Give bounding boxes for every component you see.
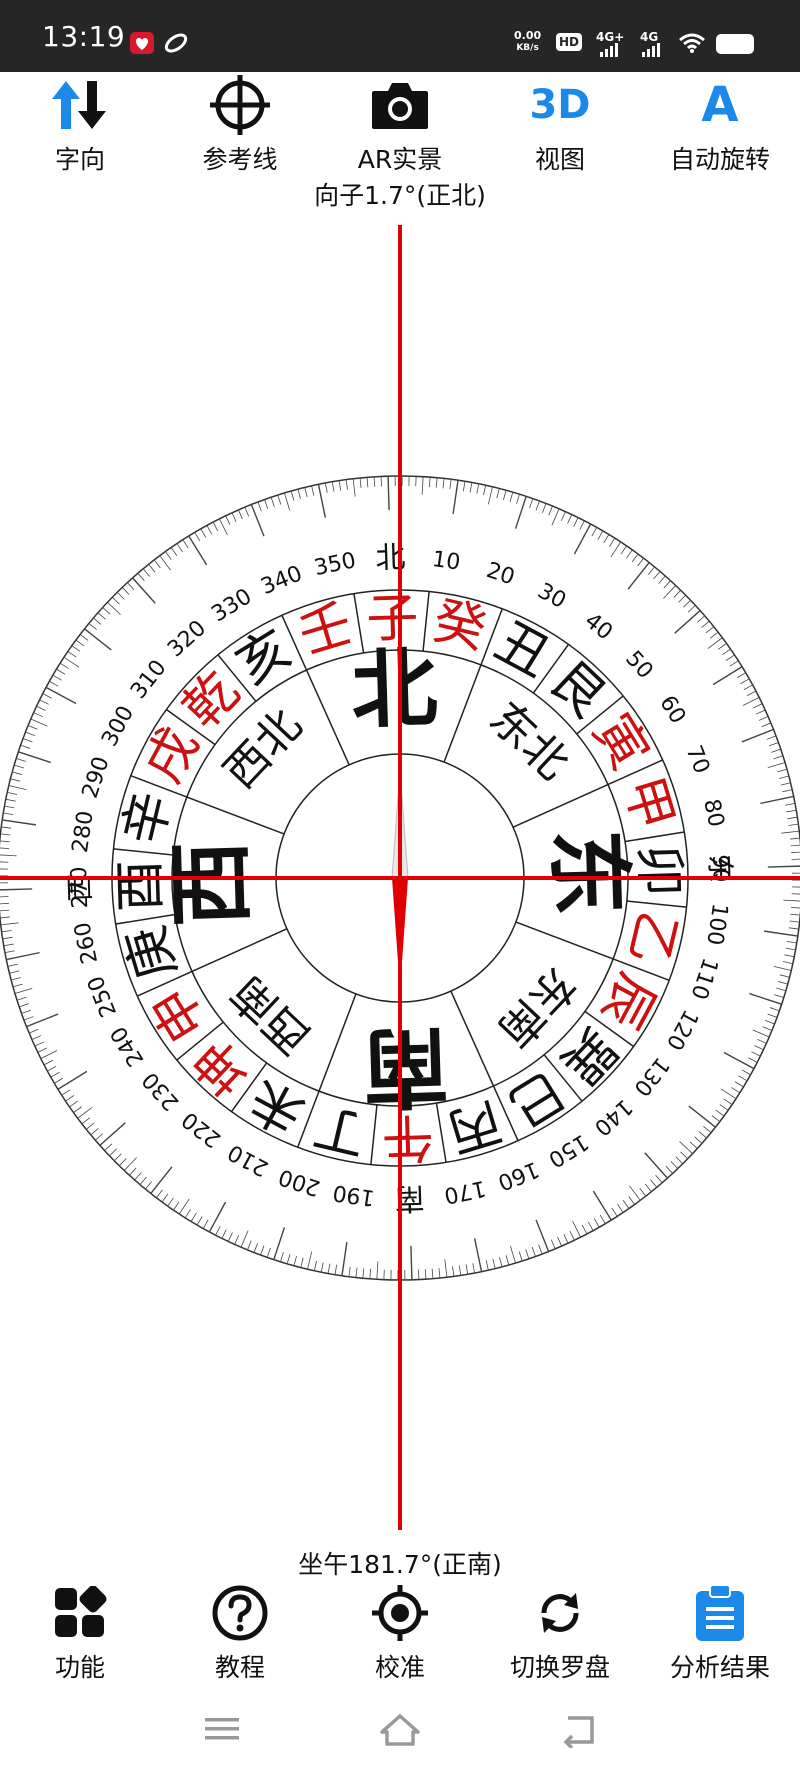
wifi-icon [678,32,706,58]
ar-label: AR实景 [357,145,443,174]
top-toolbar: 字向 参考线 AR实景 3D 视图 A 自动旋转 [0,72,800,182]
reference-line-button[interactable]: 参考线 [160,72,320,176]
net-speed-value: 0.00 [514,29,542,42]
functions-label: 功能 [54,1653,105,1682]
analysis-label: 分析结果 [669,1653,770,1682]
view-3d-button[interactable]: 3D 视图 [480,72,640,176]
bottom-toolbar: 功能 教程 校准 切换罗盘 分析结果 [0,1580,800,1690]
letter-a-text: A [701,77,739,133]
degree-label: 10 [431,547,462,576]
grid-icon [0,1580,160,1646]
3d-icon: 3D [480,72,640,138]
tutorial-button[interactable]: 教程 [160,1580,320,1684]
camera-icon [320,72,480,138]
net-speed: 0.00 KB/s [514,30,541,54]
functions-button[interactable]: 功能 [0,1580,160,1684]
system-nav-bar [0,1700,800,1778]
up-down-arrows-icon [0,72,160,138]
switch-compass-button[interactable]: 切换罗盘 [480,1580,640,1684]
question-icon [160,1580,320,1646]
reference-line-label: 参考线 [202,145,278,174]
signal-bars-1-icon [600,38,620,57]
clipboard-icon [640,1580,800,1646]
net-speed-unit: KB/s [516,43,539,53]
sitting-direction-text: 坐午181.7°(正南) [298,1550,502,1579]
analysis-button[interactable]: 分析结果 [640,1580,800,1684]
calibrate-button[interactable]: 校准 [320,1580,480,1684]
direction-label: 西 [161,839,264,928]
auto-rotate-button[interactable]: A 自动旋转 [640,72,800,176]
direction-label: 北 [350,639,439,742]
compass[interactable]: 10 20304050607080901001101201301401501601… [0,200,800,1530]
auto-rotate-label: 自动旋转 [669,145,770,174]
view-label: 视图 [534,145,585,174]
letter-a-icon: A [640,72,800,138]
target-icon [320,1580,480,1646]
status-bar: 13:19 0.00 KB/s HD 4G+ 4G [0,0,800,72]
tutorial-label: 教程 [214,1653,265,1682]
hd-badge: HD [556,33,583,51]
direction-label: 字向 [54,145,105,174]
ar-button[interactable]: AR实景 [320,72,480,176]
crosshair-icon [160,72,320,138]
signal-bars-2-icon [642,38,662,57]
direction-label: 南 [361,1015,450,1118]
status-time: 13:19 [42,20,126,53]
menu-icon[interactable] [203,1712,241,1750]
leaf-app-icon [163,32,189,54]
heart-app-icon [130,32,154,54]
home-icon[interactable] [378,1712,422,1752]
direction-label: 东 [537,828,640,917]
back-icon[interactable] [558,1712,598,1752]
switch-compass-label: 切换罗盘 [509,1653,610,1682]
refresh-icon [480,1580,640,1646]
calibrate-label: 校准 [374,1653,425,1682]
direction-button[interactable]: 字向 [0,72,160,176]
3d-icon-text: 3D [529,82,591,128]
battery-icon [716,34,754,54]
